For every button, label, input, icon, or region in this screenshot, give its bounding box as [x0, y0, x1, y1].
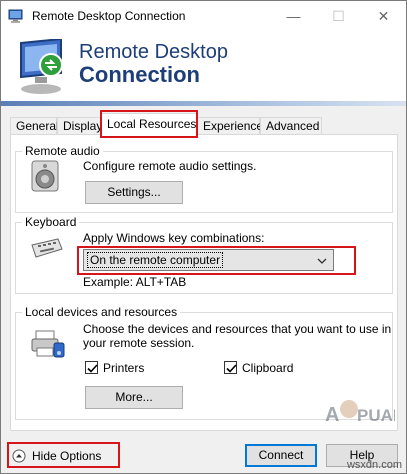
local-devices-description-line1: Choose the devices and resources that yo…: [83, 322, 392, 336]
checkmark-icon: [226, 364, 237, 373]
chevron-down-icon: [317, 258, 327, 264]
banner-title-line2: Connection: [79, 62, 200, 87]
hide-options-toggle[interactable]: Hide Options: [12, 446, 116, 465]
tab-advanced[interactable]: Advanced: [260, 117, 322, 135]
tab-experience[interactable]: Experience: [197, 117, 263, 135]
tab-general[interactable]: General: [10, 117, 59, 135]
more-devices-button[interactable]: More...: [85, 386, 183, 409]
local-devices-heading: Local devices and resources: [22, 305, 181, 319]
maximize-button[interactable]: ☐: [316, 1, 361, 31]
title-bar: Remote Desktop Connection — ☐ ✕: [1, 1, 406, 31]
clipboard-checkbox[interactable]: [224, 361, 237, 374]
close-button[interactable]: ✕: [361, 1, 406, 31]
audio-settings-button[interactable]: Settings...: [85, 181, 183, 204]
keyboard-group: Keyboard Apply Windows key combinations:…: [15, 215, 393, 294]
collapse-arrow-icon: [12, 449, 26, 463]
rdc-monitor-logo: [20, 39, 63, 94]
rdc-app-icon: [8, 9, 23, 23]
minimize-button[interactable]: —: [271, 1, 316, 31]
printer-devices-icon: [31, 330, 65, 358]
svg-text:A: A: [325, 404, 339, 426]
connect-button[interactable]: Connect: [245, 444, 317, 467]
keyboard-heading: Keyboard: [22, 215, 80, 229]
remote-desktop-window: Remote Desktop Connection — ☐ ✕ Remote D…: [0, 0, 407, 474]
remote-audio-group: Remote audio Configure remote audio sett…: [15, 144, 393, 213]
checkmark-icon: [87, 364, 98, 373]
banner-stripe: [1, 101, 406, 106]
keyboard-example-text: Example: ALT+TAB: [83, 275, 187, 289]
printers-checkbox[interactable]: [85, 361, 98, 374]
banner-title-line1: Remote Desktop: [79, 41, 228, 63]
speaker-icon: [31, 160, 59, 192]
tab-local-resources[interactable]: Local Resources: [101, 113, 197, 135]
site-watermark: wsxdn.com: [346, 459, 402, 471]
window-title: Remote Desktop Connection: [32, 9, 186, 23]
dropdown-selected-value: On the remote computer: [87, 252, 224, 268]
remote-audio-description: Configure remote audio settings.: [83, 159, 257, 173]
remote-audio-heading: Remote audio: [22, 144, 103, 158]
tab-display[interactable]: Display: [57, 117, 102, 135]
keyboard-icon: [31, 238, 63, 258]
windows-key-combinations-dropdown[interactable]: On the remote computer: [83, 249, 334, 271]
keyboard-description: Apply Windows key combinations:: [83, 231, 265, 245]
printers-label[interactable]: Printers: [103, 361, 144, 375]
clipboard-label[interactable]: Clipboard: [242, 361, 293, 375]
appuals-watermark-logo: A PUALS: [325, 400, 395, 426]
header-banner: Remote Desktop Connection: [1, 31, 406, 103]
local-resources-panel: Remote audio Configure remote audio sett…: [10, 134, 398, 431]
hide-options-label[interactable]: Hide Options: [32, 449, 101, 463]
svg-text:PUALS: PUALS: [357, 406, 395, 425]
local-devices-description-line2: your remote session.: [83, 336, 195, 350]
